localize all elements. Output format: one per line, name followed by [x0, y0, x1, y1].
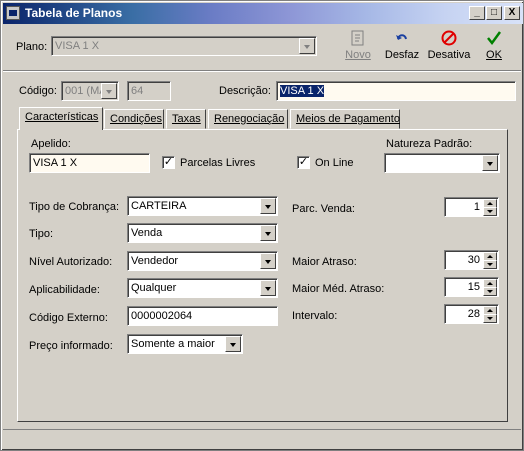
aplicabilidade-select[interactable]: Qualquer	[127, 278, 278, 298]
tab-label: Condições	[110, 113, 162, 125]
parcelas-livres-checkbox[interactable]: ✓	[162, 156, 175, 169]
aplicabilidade-label: Aplicabilidade:	[29, 284, 100, 296]
desativa-button[interactable]: Desativa	[426, 29, 472, 67]
parc-venda-label: Parc. Venda:	[292, 203, 355, 215]
desfaz-button[interactable]: Desfaz	[381, 29, 423, 67]
app-icon	[6, 6, 20, 20]
preco-value: Somente a maior	[131, 338, 215, 350]
plano-label: Plano:	[16, 41, 48, 53]
ok-button[interactable]: OK	[475, 29, 513, 67]
novo-label: Novo	[345, 49, 371, 61]
spin-down-icon[interactable]	[483, 314, 497, 323]
chevron-down-icon[interactable]	[260, 198, 276, 214]
status-bar	[3, 429, 521, 447]
maximize-button[interactable]: □	[486, 6, 502, 20]
tipo-cobranca-label: Tipo de Cobrança:	[29, 201, 120, 213]
plano-select[interactable]: VISA 1 X	[51, 36, 317, 56]
maior-atraso-spinner[interactable]: 30	[444, 250, 499, 270]
codigo-externo-label: Código Externo:	[29, 312, 108, 324]
desativa-label: Desativa	[427, 49, 471, 61]
maior-atraso-label: Maior Atraso:	[292, 256, 357, 268]
intervalo-spinner[interactable]: 28	[444, 304, 499, 324]
chevron-down-icon[interactable]	[225, 336, 241, 352]
descricao-value: VISA 1 X	[280, 85, 325, 97]
tab-caracteristicas[interactable]: Características	[19, 107, 103, 130]
minimize-button[interactable]: _	[469, 6, 485, 20]
novo-button[interactable]: Novo	[337, 29, 379, 67]
chevron-down-icon[interactable]	[101, 83, 117, 99]
codigo-externo-field[interactable]: 0000002064	[127, 306, 278, 326]
spin-down-icon[interactable]	[483, 207, 497, 216]
descricao-label: Descrição:	[219, 85, 271, 97]
prohibited-icon	[426, 29, 472, 49]
window-title: Tabela de Planos	[25, 6, 123, 20]
chevron-down-icon[interactable]	[299, 38, 315, 54]
checkmark-icon	[475, 29, 513, 49]
descricao-field[interactable]: VISA 1 X	[276, 81, 516, 101]
tab-label: Características	[25, 111, 99, 123]
chevron-down-icon[interactable]	[260, 253, 276, 269]
tab-taxas[interactable]: Taxas	[166, 109, 206, 129]
ok-label: OK	[486, 49, 502, 61]
nivel-select[interactable]: Vendedor	[127, 251, 278, 271]
maior-med-value: 15	[467, 281, 480, 293]
tipo-cobranca-value: CARTEIRA	[131, 200, 187, 212]
desfaz-label: Desfaz	[384, 49, 420, 61]
tab-label: Taxas	[172, 113, 201, 125]
natureza-select[interactable]	[384, 153, 500, 173]
maior-med-label: Maior Méd. Atraso:	[292, 283, 385, 295]
spin-down-icon[interactable]	[483, 287, 497, 296]
tab-label: Meios de Pagamento	[296, 113, 400, 125]
tab-label: Renegociação	[214, 113, 285, 125]
maior-atraso-value: 30	[467, 254, 480, 266]
tipo-label: Tipo:	[29, 228, 54, 240]
spin-down-icon[interactable]	[483, 260, 497, 269]
tipo-cobranca-select[interactable]: CARTEIRA	[127, 196, 278, 216]
tab-renegociacao[interactable]: Renegociação	[208, 109, 288, 129]
chevron-down-icon[interactable]	[482, 155, 498, 171]
chevron-down-icon[interactable]	[260, 225, 276, 241]
aplicabilidade-value: Qualquer	[131, 282, 177, 294]
new-document-icon	[337, 29, 379, 49]
undo-icon	[381, 29, 423, 49]
intervalo-label: Intervalo:	[292, 310, 338, 322]
apelido-field[interactable]: VISA 1 X	[29, 153, 150, 173]
nivel-value: Vendedor	[131, 255, 179, 267]
preco-label: Preço informado:	[29, 340, 113, 352]
codigo-label: Código:	[19, 85, 57, 97]
apelido-label: Apelido:	[31, 138, 71, 150]
online-checkbox[interactable]: ✓	[297, 156, 310, 169]
maior-med-spinner[interactable]: 15	[444, 277, 499, 297]
codigo-number-field[interactable]: 64	[127, 81, 171, 101]
nivel-label: Nível Autorizado:	[29, 256, 113, 268]
plano-select-value: VISA 1 X	[55, 40, 100, 52]
tipo-value: Venda	[131, 227, 163, 239]
tab-condicoes[interactable]: Condições	[104, 109, 164, 129]
tab-meios-pagamento[interactable]: Meios de Pagamento	[290, 109, 400, 129]
natureza-label: Natureza Padrão:	[386, 138, 473, 150]
toolbar-separator	[3, 70, 521, 72]
chevron-down-icon[interactable]	[260, 280, 276, 296]
intervalo-value: 28	[467, 308, 480, 320]
parc-venda-spinner[interactable]: 1	[444, 197, 499, 217]
parc-venda-value: 1	[473, 201, 480, 213]
tipo-select[interactable]: Venda	[127, 223, 278, 243]
online-label: On Line	[315, 157, 354, 169]
preco-select[interactable]: Somente a maior	[127, 334, 243, 354]
app-window: Tabela de Planos _ □ X Plano: VISA 1 X N…	[0, 0, 524, 451]
codigo-select[interactable]: 001 (MA	[61, 81, 119, 101]
close-button[interactable]: X	[504, 6, 520, 20]
title-bar[interactable]: Tabela de Planos _ □ X	[3, 3, 523, 24]
parcelas-livres-label: Parcelas Livres	[180, 157, 256, 169]
